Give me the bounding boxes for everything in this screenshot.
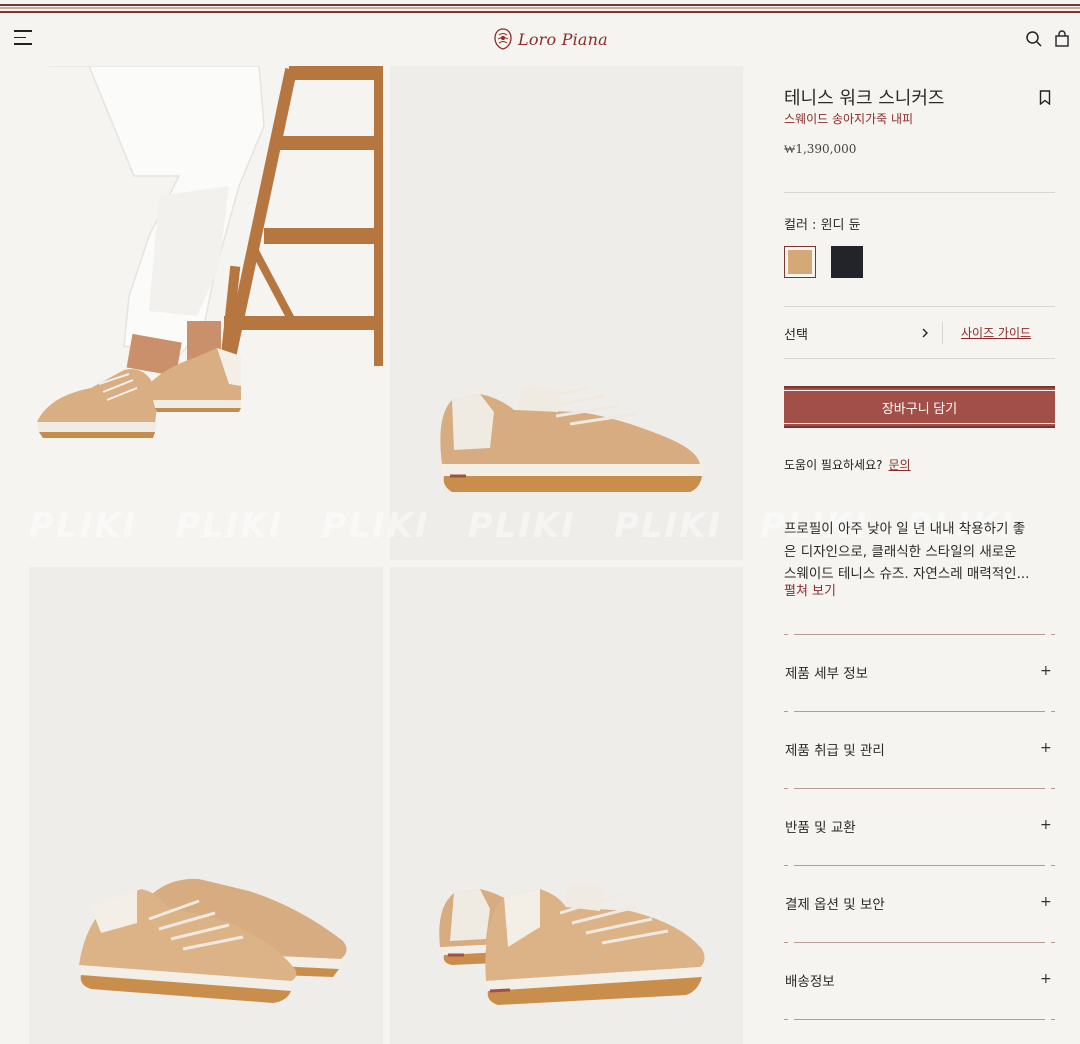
- accordion-returns[interactable]: 반품 및 교환 +: [784, 789, 1055, 865]
- contact-link[interactable]: 문의: [889, 458, 911, 472]
- menu-icon[interactable]: [14, 30, 32, 48]
- color-swatch-dark[interactable]: [831, 246, 863, 278]
- product-title: 테니스 워크 스니커즈: [784, 88, 945, 109]
- accordion-payment[interactable]: 결제 옵션 및 보안 +: [784, 866, 1055, 942]
- add-to-cart-button[interactable]: 장바구니 담기: [784, 386, 1055, 428]
- product-description: 프로필이 아주 낮아 일 년 내내 착용하기 좋 은 디자인으로, 클래식한 스…: [784, 518, 1056, 586]
- crest-icon: [494, 28, 512, 50]
- product-image-side[interactable]: [390, 66, 743, 560]
- accordion-product-details[interactable]: 제품 세부 정보 +: [784, 635, 1055, 711]
- product-gallery: PLIKI PLIKI PLIKI PLIKI PLIKI PLIKI PLIKI: [29, 66, 1013, 1044]
- size-select[interactable]: 선택: [784, 324, 808, 343]
- help-row: 도움이 필요하세요? 문의: [784, 456, 911, 473]
- accordion-care[interactable]: 제품 취급 및 관리 +: [784, 712, 1055, 788]
- shopping-bag-icon[interactable]: [1053, 30, 1071, 48]
- read-more-link[interactable]: 펼쳐 보기: [784, 580, 836, 599]
- accordion-title: 제품 취급 및 관리: [785, 743, 885, 759]
- accordion-title: 반품 및 교환: [785, 820, 856, 836]
- color-label: 컬러 : 윈디 듄: [784, 218, 861, 233]
- plus-icon: +: [1040, 817, 1052, 833]
- search-icon[interactable]: [1025, 30, 1043, 48]
- color-swatch-windy-dune[interactable]: [784, 246, 816, 278]
- separator: [942, 322, 943, 344]
- bookmark-icon[interactable]: [1039, 90, 1051, 105]
- top-decorative-band: [0, 0, 1080, 14]
- size-guide-link[interactable]: 사이즈 가이드: [961, 324, 1031, 341]
- brand-logo[interactable]: Loro Piana: [492, 24, 608, 54]
- help-text: 도움이 필요하세요?: [784, 458, 883, 472]
- site-header: Loro Piana: [0, 14, 1080, 64]
- accordion-divider: [784, 1019, 1055, 1020]
- divider: [784, 192, 1055, 193]
- description-line: 프로필이 아주 낮아 일 년 내내 착용하기 좋: [784, 521, 1026, 537]
- chevron-right-icon[interactable]: [920, 326, 930, 340]
- accordion-title: 배송정보: [785, 974, 835, 990]
- brand-wordmark: Loro Piana: [518, 29, 608, 49]
- product-image-model[interactable]: [29, 66, 383, 560]
- accordion-title: 제품 세부 정보: [785, 666, 869, 682]
- plus-icon: +: [1040, 971, 1052, 987]
- plus-icon: +: [1040, 663, 1052, 679]
- plus-icon: +: [1040, 894, 1052, 910]
- product-subtitle: 스웨이드 송아지가죽 내피: [784, 112, 914, 126]
- divider: [784, 358, 1055, 359]
- product-image-pair-back[interactable]: [390, 567, 743, 1044]
- product-image-pair-front[interactable]: [29, 567, 383, 1044]
- accordion-title: 결제 옵션 및 보안: [785, 897, 885, 913]
- plus-icon: +: [1040, 740, 1052, 756]
- size-select-row: 선택 사이즈 가이드: [784, 306, 1055, 358]
- product-price: ₩1,390,000: [784, 142, 857, 156]
- description-line: 은 디자인으로, 클래식한 스타일의 새로운: [784, 543, 1017, 560]
- accordion-shipping[interactable]: 배송정보 +: [784, 943, 1055, 1019]
